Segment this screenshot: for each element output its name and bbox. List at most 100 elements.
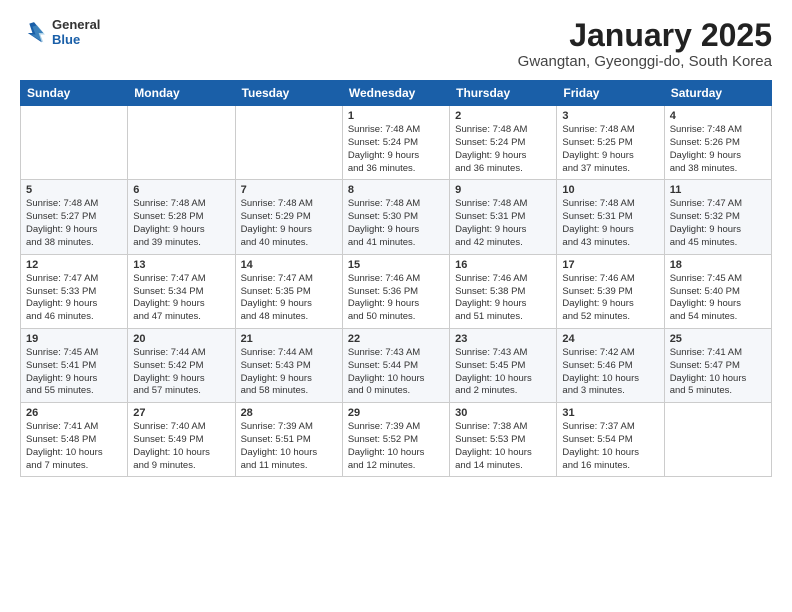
day-info: Sunrise: 7:48 AM Sunset: 5:30 PM Dayligh…: [348, 198, 444, 249]
day-number: 30: [455, 407, 551, 419]
day-info: Sunrise: 7:41 AM Sunset: 5:48 PM Dayligh…: [26, 421, 122, 472]
day-number: 2: [455, 110, 551, 122]
header-sunday: Sunday: [21, 81, 128, 106]
header-wednesday: Wednesday: [342, 81, 449, 106]
calendar-cell-w4-d7: 25 Sunrise: 7:41 AM Sunset: 5:47 PM Dayli…: [664, 328, 771, 402]
day-info: Sunrise: 7:38 AM Sunset: 5:53 PM Dayligh…: [455, 421, 551, 472]
calendar-cell-w5-d7: [664, 403, 771, 477]
calendar-cell-w1-d2: [128, 106, 235, 180]
day-info: Sunrise: 7:43 AM Sunset: 5:44 PM Dayligh…: [348, 347, 444, 398]
calendar-cell-w2-d3: 7 Sunrise: 7:48 AM Sunset: 5:29 PM Daylig…: [235, 180, 342, 254]
day-number: 27: [133, 407, 229, 419]
calendar-week-5: 26 Sunrise: 7:41 AM Sunset: 5:48 PM Dayli…: [21, 403, 772, 477]
day-number: 14: [241, 259, 337, 271]
calendar-location: Gwangtan, Gyeonggi-do, South Korea: [518, 53, 772, 70]
calendar-cell-w2-d5: 9 Sunrise: 7:48 AM Sunset: 5:31 PM Daylig…: [450, 180, 557, 254]
day-number: 3: [562, 110, 658, 122]
day-info: Sunrise: 7:47 AM Sunset: 5:35 PM Dayligh…: [241, 273, 337, 324]
day-number: 16: [455, 259, 551, 271]
logo: General Blue: [20, 18, 100, 48]
calendar-cell-w4-d5: 23 Sunrise: 7:43 AM Sunset: 5:45 PM Dayli…: [450, 328, 557, 402]
day-info: Sunrise: 7:44 AM Sunset: 5:43 PM Dayligh…: [241, 347, 337, 398]
day-info: Sunrise: 7:47 AM Sunset: 5:32 PM Dayligh…: [670, 198, 766, 249]
day-info: Sunrise: 7:48 AM Sunset: 5:31 PM Dayligh…: [562, 198, 658, 249]
calendar-cell-w4-d1: 19 Sunrise: 7:45 AM Sunset: 5:41 PM Dayli…: [21, 328, 128, 402]
header-monday: Monday: [128, 81, 235, 106]
calendar-cell-w5-d1: 26 Sunrise: 7:41 AM Sunset: 5:48 PM Dayli…: [21, 403, 128, 477]
day-info: Sunrise: 7:47 AM Sunset: 5:33 PM Dayligh…: [26, 273, 122, 324]
calendar-cell-w2-d2: 6 Sunrise: 7:48 AM Sunset: 5:28 PM Daylig…: [128, 180, 235, 254]
calendar-cell-w2-d4: 8 Sunrise: 7:48 AM Sunset: 5:30 PM Daylig…: [342, 180, 449, 254]
day-number: 26: [26, 407, 122, 419]
day-number: 7: [241, 184, 337, 196]
calendar-cell-w4-d3: 21 Sunrise: 7:44 AM Sunset: 5:43 PM Dayli…: [235, 328, 342, 402]
day-info: Sunrise: 7:48 AM Sunset: 5:27 PM Dayligh…: [26, 198, 122, 249]
calendar-cell-w1-d7: 4 Sunrise: 7:48 AM Sunset: 5:26 PM Daylig…: [664, 106, 771, 180]
calendar-cell-w2-d6: 10Sunrise: 7:48 AM Sunset: 5:31 PM Dayli…: [557, 180, 664, 254]
calendar-cell-w3-d1: 12 Sunrise: 7:47 AM Sunset: 5:33 PM Dayli…: [21, 254, 128, 328]
logo-blue-text: Blue: [52, 33, 100, 48]
calendar-cell-w1-d1: [21, 106, 128, 180]
day-number: 19: [26, 333, 122, 345]
day-info: Sunrise: 7:47 AM Sunset: 5:34 PM Dayligh…: [133, 273, 229, 324]
day-number: 25: [670, 333, 766, 345]
day-info: Sunrise: 7:48 AM Sunset: 5:26 PM Dayligh…: [670, 124, 766, 175]
day-info: Sunrise: 7:42 AM Sunset: 5:46 PM Dayligh…: [562, 347, 658, 398]
calendar-cell-w3-d5: 16 Sunrise: 7:46 AM Sunset: 5:38 PM Dayli…: [450, 254, 557, 328]
header: General Blue January 2025 Gwangtan, Gyeo…: [20, 18, 772, 70]
day-info: Sunrise: 7:41 AM Sunset: 5:47 PM Dayligh…: [670, 347, 766, 398]
calendar-cell-w1-d6: 3 Sunrise: 7:48 AM Sunset: 5:25 PM Daylig…: [557, 106, 664, 180]
calendar-week-1: 1 Sunrise: 7:48 AM Sunset: 5:24 PM Daylig…: [21, 106, 772, 180]
day-number: 9: [455, 184, 551, 196]
calendar-cell-w3-d6: 17Sunrise: 7:46 AM Sunset: 5:39 PM Dayli…: [557, 254, 664, 328]
header-tuesday: Tuesday: [235, 81, 342, 106]
calendar-cell-w1-d3: [235, 106, 342, 180]
day-info: Sunrise: 7:43 AM Sunset: 5:45 PM Dayligh…: [455, 347, 551, 398]
day-number: 28: [241, 407, 337, 419]
day-number: 4: [670, 110, 766, 122]
calendar-cell-w5-d4: 29 Sunrise: 7:39 AM Sunset: 5:52 PM Dayli…: [342, 403, 449, 477]
calendar-table: Sunday Monday Tuesday Wednesday Thursday…: [20, 80, 772, 477]
calendar-cell-w2-d1: 5 Sunrise: 7:48 AM Sunset: 5:27 PM Daylig…: [21, 180, 128, 254]
day-number: 21: [241, 333, 337, 345]
calendar-week-3: 12 Sunrise: 7:47 AM Sunset: 5:33 PM Dayli…: [21, 254, 772, 328]
day-number: 23: [455, 333, 551, 345]
day-info: Sunrise: 7:48 AM Sunset: 5:29 PM Dayligh…: [241, 198, 337, 249]
header-thursday: Thursday: [450, 81, 557, 106]
calendar-cell-w3-d3: 14 Sunrise: 7:47 AM Sunset: 5:35 PM Dayli…: [235, 254, 342, 328]
day-number: 18: [670, 259, 766, 271]
day-number: 24: [562, 333, 658, 345]
calendar-week-2: 5 Sunrise: 7:48 AM Sunset: 5:27 PM Daylig…: [21, 180, 772, 254]
header-saturday: Saturday: [664, 81, 771, 106]
day-number: 1: [348, 110, 444, 122]
day-number: 12: [26, 259, 122, 271]
calendar-week-4: 19 Sunrise: 7:45 AM Sunset: 5:41 PM Dayli…: [21, 328, 772, 402]
day-info: Sunrise: 7:46 AM Sunset: 5:38 PM Dayligh…: [455, 273, 551, 324]
header-friday: Friday: [557, 81, 664, 106]
day-info: Sunrise: 7:45 AM Sunset: 5:41 PM Dayligh…: [26, 347, 122, 398]
day-info: Sunrise: 7:37 AM Sunset: 5:54 PM Dayligh…: [562, 421, 658, 472]
logo-text: General Blue: [52, 18, 100, 48]
day-info: Sunrise: 7:48 AM Sunset: 5:31 PM Dayligh…: [455, 198, 551, 249]
calendar-cell-w4-d4: 22Sunrise: 7:43 AM Sunset: 5:44 PM Dayli…: [342, 328, 449, 402]
day-number: 29: [348, 407, 444, 419]
day-number: 5: [26, 184, 122, 196]
day-info: Sunrise: 7:48 AM Sunset: 5:25 PM Dayligh…: [562, 124, 658, 175]
calendar-cell-w1-d4: 1 Sunrise: 7:48 AM Sunset: 5:24 PM Daylig…: [342, 106, 449, 180]
calendar-cell-w4-d6: 24 Sunrise: 7:42 AM Sunset: 5:46 PM Dayli…: [557, 328, 664, 402]
logo-icon: [20, 19, 48, 47]
day-info: Sunrise: 7:48 AM Sunset: 5:24 PM Dayligh…: [455, 124, 551, 175]
day-number: 8: [348, 184, 444, 196]
calendar-cell-w3-d2: 13 Sunrise: 7:47 AM Sunset: 5:34 PM Dayli…: [128, 254, 235, 328]
calendar-cell-w2-d7: 11Sunrise: 7:47 AM Sunset: 5:32 PM Dayli…: [664, 180, 771, 254]
day-number: 6: [133, 184, 229, 196]
day-info: Sunrise: 7:39 AM Sunset: 5:52 PM Dayligh…: [348, 421, 444, 472]
day-info: Sunrise: 7:44 AM Sunset: 5:42 PM Dayligh…: [133, 347, 229, 398]
calendar-cell-w5-d6: 31Sunrise: 7:37 AM Sunset: 5:54 PM Dayli…: [557, 403, 664, 477]
calendar-title: January 2025: [518, 18, 772, 53]
calendar-cell-w4-d2: 20Sunrise: 7:44 AM Sunset: 5:42 PM Dayli…: [128, 328, 235, 402]
day-number: 13: [133, 259, 229, 271]
day-info: Sunrise: 7:48 AM Sunset: 5:24 PM Dayligh…: [348, 124, 444, 175]
day-info: Sunrise: 7:48 AM Sunset: 5:28 PM Dayligh…: [133, 198, 229, 249]
day-number: 17: [562, 259, 658, 271]
